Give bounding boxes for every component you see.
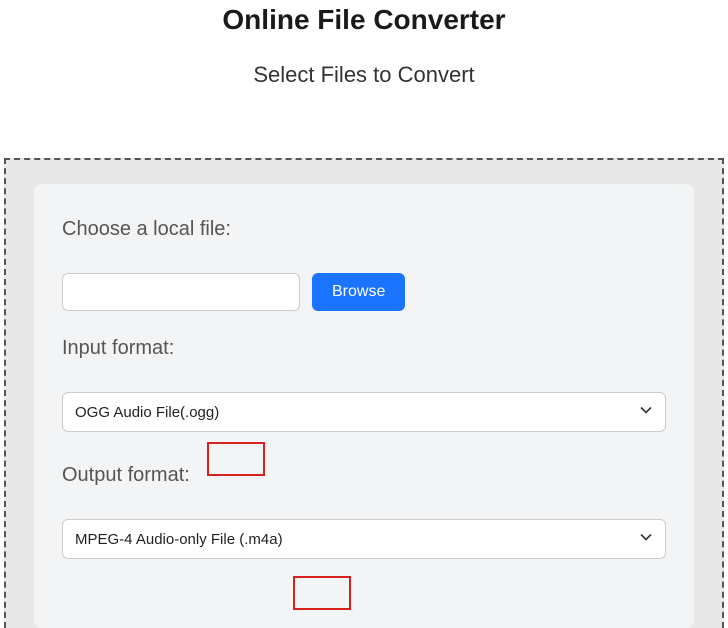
output-format-wrap: MPEG-4 Audio-only File (.m4a) bbox=[62, 519, 666, 559]
choose-file-label: Choose a local file: bbox=[62, 218, 666, 241]
file-input[interactable] bbox=[62, 273, 300, 311]
input-format-wrap: OGG Audio File(.ogg) bbox=[62, 392, 666, 432]
input-format-label: Input format: bbox=[62, 337, 666, 360]
output-format-select[interactable]: MPEG-4 Audio-only File (.m4a) bbox=[62, 519, 666, 559]
page-subtitle: Select Files to Convert bbox=[0, 62, 728, 88]
form-card: Choose a local file: Browse Input format… bbox=[34, 184, 694, 628]
file-row: Browse bbox=[62, 273, 666, 311]
input-format-select[interactable]: OGG Audio File(.ogg) bbox=[62, 392, 666, 432]
page-title: Online File Converter bbox=[0, 4, 728, 36]
output-format-label: Output format: bbox=[62, 464, 666, 487]
browse-button[interactable]: Browse bbox=[312, 273, 405, 311]
upload-panel: Choose a local file: Browse Input format… bbox=[4, 158, 724, 628]
